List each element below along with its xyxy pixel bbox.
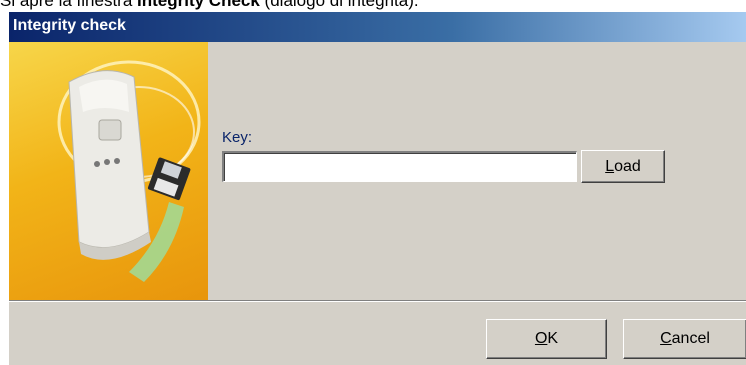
key-label: Key: <box>222 129 253 146</box>
cancel-button[interactable]: Cancel <box>623 319 746 359</box>
caption-prefix: Si apre la finestra <box>0 0 138 10</box>
key-input[interactable] <box>222 151 577 182</box>
cancel-button-mnemonic: C <box>660 330 672 347</box>
integrity-check-dialog: Integrity check Key: Load OK Cancel <box>8 12 746 365</box>
motion-sensor-floppy-icon <box>57 60 201 282</box>
load-button[interactable]: Load <box>581 150 665 183</box>
cancel-button-label: ancel <box>671 330 710 347</box>
load-button-label: oad <box>614 158 641 175</box>
ok-button-mnemonic: O <box>534 330 548 347</box>
dialog-title: Integrity check <box>13 17 126 34</box>
ok-button-label: K <box>547 330 559 347</box>
caption-text: Si apre la finestra Integrity Check (dia… <box>0 0 746 11</box>
title-bar[interactable]: Integrity check <box>9 12 746 42</box>
side-illustration <box>9 42 208 300</box>
load-button-mnemonic: L <box>605 158 615 175</box>
caption-suffix: (dialogo di integrità). <box>259 0 419 10</box>
button-bar-separator <box>9 300 746 302</box>
caption-bold: Integrity Check <box>137 0 260 10</box>
ok-button[interactable]: OK <box>486 319 607 359</box>
